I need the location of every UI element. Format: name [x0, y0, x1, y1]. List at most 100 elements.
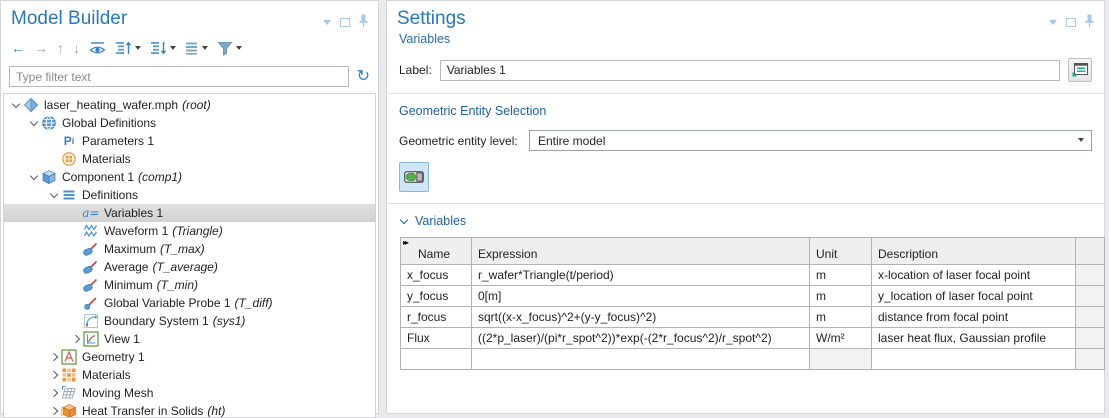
materials-grid-icon	[61, 367, 77, 383]
parameters-icon: Pi	[61, 133, 77, 149]
probe-icon	[83, 259, 99, 275]
chevron-right-icon[interactable]	[46, 390, 61, 396]
tree-item-tag: (T_min)	[157, 278, 198, 292]
float-window-icon[interactable]	[1066, 18, 1076, 27]
view-icon	[83, 331, 99, 347]
label-row: Label:	[399, 58, 1092, 82]
chevron-right-icon[interactable]	[46, 354, 61, 360]
cell-unit	[810, 349, 872, 370]
move-up-button[interactable]: ↑	[55, 40, 66, 56]
filter-row: ↻	[1, 60, 378, 87]
back-button[interactable]: ←	[9, 40, 27, 56]
active-selection-toggle-button[interactable]	[399, 162, 429, 192]
float-window-icon[interactable]	[340, 18, 350, 27]
settings-panel: Settings Variables Label: Geometric Enti…	[386, 0, 1105, 414]
tree-item-moving-mesh[interactable]: Moving Mesh	[4, 384, 375, 402]
show-button[interactable]	[87, 40, 108, 57]
list-bars-icon	[185, 41, 199, 55]
tree-item-boundary-system-1[interactable]: Boundary System 1 (sys1)	[4, 312, 375, 330]
tree-item-label: Heat Transfer in Solids	[82, 404, 203, 418]
tree-item-variables-1[interactable]: a= Variables 1	[4, 204, 375, 222]
chevron-down-icon[interactable]	[8, 103, 23, 107]
tree-item-tag: (T_max)	[160, 242, 205, 256]
node-label-display-button[interactable]	[183, 40, 210, 56]
tree-item-tag: (root)	[182, 98, 211, 112]
tree-item-view-1[interactable]: View 1	[4, 330, 375, 348]
cell-name[interactable]	[401, 349, 472, 370]
chevron-down-icon[interactable]	[399, 219, 409, 223]
tree-item-minimum[interactable]: Minimum (T_min)	[4, 276, 375, 294]
tree-item-global-definitions[interactable]: Global Definitions	[4, 114, 375, 132]
cell-expression[interactable]: ((2*p_laser)/(pi*r_spot^2))*exp(-(2*r_fo…	[472, 328, 810, 349]
refresh-icon[interactable]: ↻	[357, 69, 370, 85]
tree-item-heat-transfer-in-solids[interactable]: Heat Transfer in Solids (ht)	[4, 402, 375, 418]
cell-description[interactable]	[872, 349, 1076, 370]
panel-menu-icon[interactable]	[323, 20, 331, 25]
cell-name[interactable]: x_focus	[401, 265, 472, 286]
chevron-right-icon[interactable]	[46, 408, 61, 414]
heat-transfer-cube-icon	[61, 403, 77, 418]
model-builder-header: Model Builder	[1, 1, 378, 31]
tree-item-geometry-1[interactable]: Geometry 1	[4, 348, 375, 366]
entity-level-label: Geometric entity level:	[399, 134, 529, 148]
entity-level-select[interactable]: Entire model	[529, 130, 1092, 151]
section-variables[interactable]: Variables	[387, 204, 1104, 228]
tree-item-maximum[interactable]: Maximum (T_max)	[4, 240, 375, 258]
cell-expression[interactable]	[472, 349, 810, 370]
chevron-down-icon[interactable]	[46, 193, 61, 197]
forward-button[interactable]: →	[32, 40, 50, 56]
tree-item-materials[interactable]: Materials	[4, 366, 375, 384]
tree-item-materials-global[interactable]: Materials	[4, 150, 375, 168]
filter-button[interactable]	[215, 40, 244, 57]
tree-item-label: Materials	[82, 368, 131, 382]
tree-item-root[interactable]: laser_heating_wafer.mph (root)	[4, 96, 375, 114]
cell-name[interactable]: Flux	[401, 328, 472, 349]
tree-item-definitions[interactable]: Definitions	[4, 186, 375, 204]
section-geometric-entity-selection[interactable]: Geometric Entity Selection	[387, 94, 1104, 118]
funnel-icon	[217, 41, 233, 56]
chevron-right-icon[interactable]	[46, 372, 61, 378]
tree-item-label: Moving Mesh	[82, 386, 153, 400]
pin-icon[interactable]	[1085, 14, 1094, 31]
tree-item-tag: (T_diff)	[235, 296, 273, 310]
column-header-description: Description	[872, 238, 1076, 265]
panel-menu-icon[interactable]	[1049, 20, 1057, 25]
move-down-button[interactable]: ↓	[71, 40, 82, 56]
cell-description[interactable]: laser heat flux, Gaussian profile	[872, 328, 1076, 349]
expand-all-button[interactable]	[113, 40, 143, 56]
chevron-down-icon[interactable]	[26, 121, 41, 125]
tree-item-global-variable-probe-1[interactable]: Global Variable Probe 1 (T_diff)	[4, 294, 375, 312]
tree-item-component-1[interactable]: Component 1 (comp1)	[4, 168, 375, 186]
cell-description[interactable]: distance from focal point	[872, 307, 1076, 328]
chevron-right-icon[interactable]	[68, 336, 83, 342]
cell-description[interactable]: y_location of laser focal point	[872, 286, 1076, 307]
collapse-all-button[interactable]	[148, 40, 178, 56]
cell-name[interactable]: y_focus	[401, 286, 472, 307]
tree-item-label: Materials	[82, 152, 131, 166]
column-header-unit: Unit	[810, 238, 872, 265]
tree-item-average[interactable]: Average (T_average)	[4, 258, 375, 276]
tree-item-label: Geometry 1	[82, 350, 145, 364]
tree-item-label: Boundary System 1	[104, 314, 209, 328]
cell-unit: m	[810, 307, 872, 328]
up-arrow-icon: ↑	[57, 41, 64, 55]
model-builder-title: Model Builder	[11, 7, 368, 31]
cell-expression[interactable]: 0[m]	[472, 286, 810, 307]
geometry-icon	[61, 349, 77, 365]
label-input[interactable]	[440, 60, 1060, 81]
variables-icon: a=	[83, 205, 99, 221]
filter-input[interactable]	[9, 66, 349, 87]
pin-icon[interactable]	[359, 14, 368, 31]
cell-expression[interactable]: sqrt((x-x_focus)^2+(y-y_focus)^2)	[472, 307, 810, 328]
table-row: r_focus sqrt((x-x_focus)^2+(y-y_focus)^2…	[401, 307, 1105, 328]
selection-toggle-icon	[404, 171, 424, 183]
cell-name[interactable]: r_focus	[401, 307, 472, 328]
cell-expression[interactable]: r_wafer*Triangle(t/period)	[472, 265, 810, 286]
tree-item-parameters-1[interactable]: Pi Parameters 1	[4, 132, 375, 150]
probe-icon	[83, 277, 99, 293]
chevron-down-icon[interactable]	[26, 175, 41, 179]
show-hide-sections-button[interactable]	[1068, 58, 1092, 82]
tree-item-waveform-1[interactable]: Waveform 1 (Triangle)	[4, 222, 375, 240]
cell-description[interactable]: x-location of laser focal point	[872, 265, 1076, 286]
expand-list-icon	[115, 41, 132, 55]
